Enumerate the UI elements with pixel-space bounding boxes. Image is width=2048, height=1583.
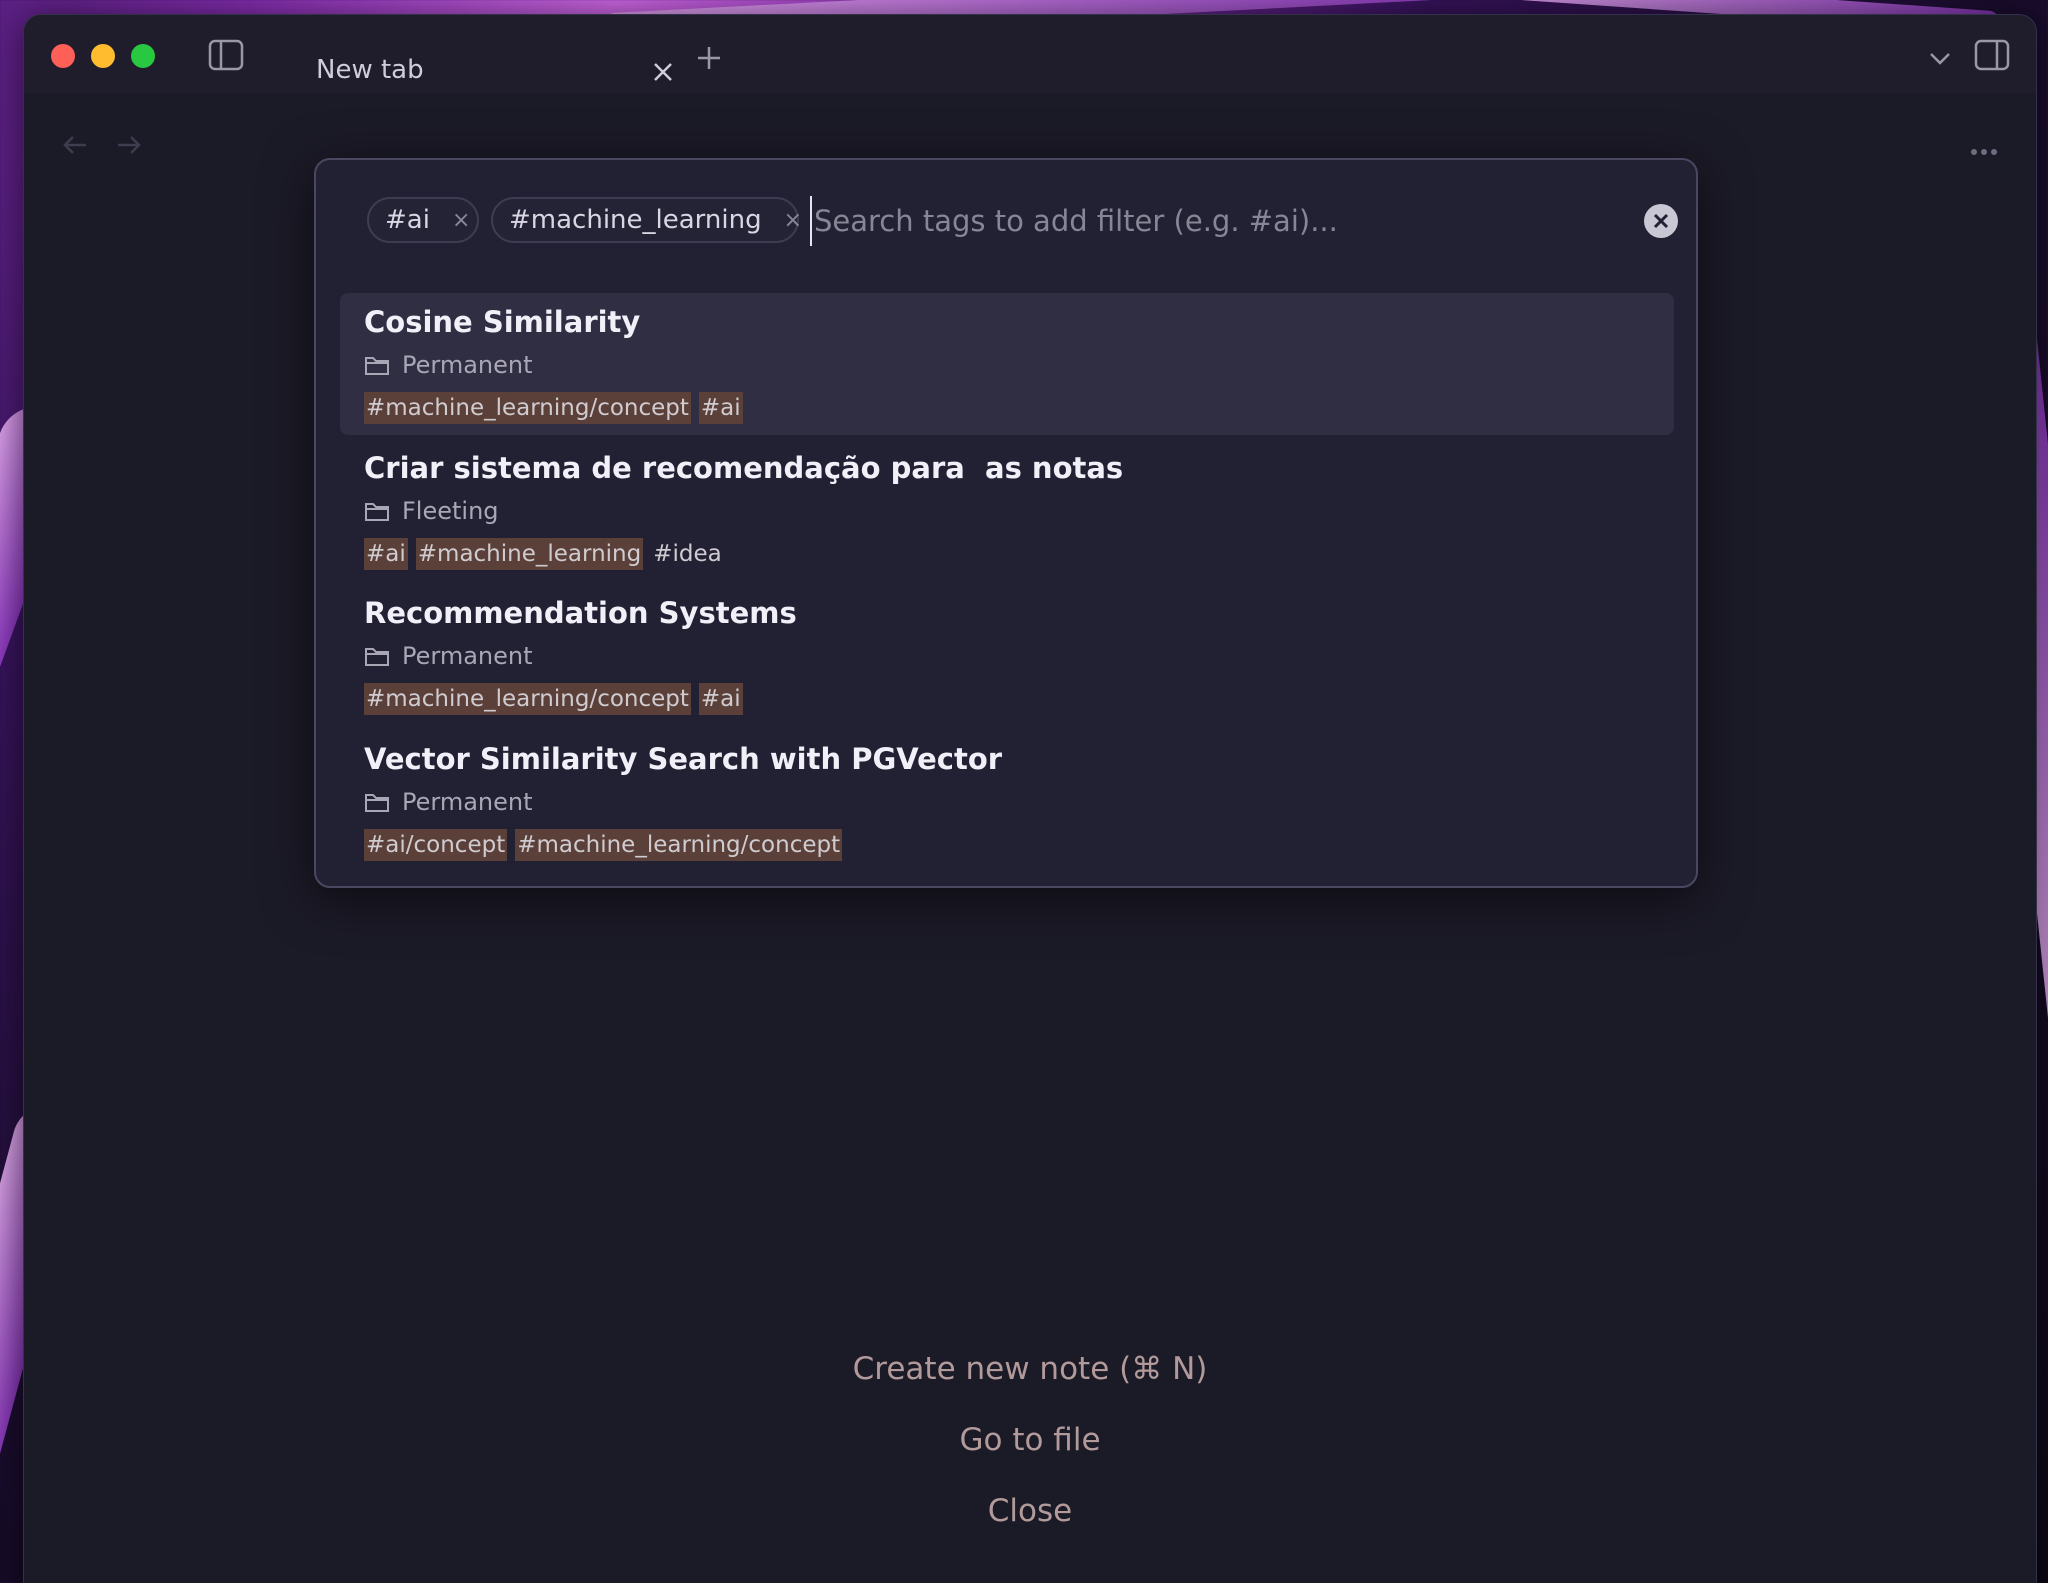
result-tag[interactable]: #ai bbox=[698, 392, 743, 424]
result-folder: Permanent bbox=[364, 351, 533, 379]
sidebar-toggle-icon[interactable] bbox=[208, 39, 244, 75]
clear-search-button[interactable] bbox=[1644, 204, 1678, 238]
result-tags: #machine_learning/concept #ai bbox=[364, 683, 751, 715]
filter-chip-label: #ai bbox=[385, 205, 430, 235]
tab-list-chevron-down-icon[interactable] bbox=[1928, 51, 1952, 71]
close-window-button[interactable] bbox=[51, 44, 75, 68]
minimize-window-button[interactable] bbox=[91, 44, 115, 68]
result-title: Recommendation Systems bbox=[364, 596, 797, 630]
tab-new-tab[interactable]: New tab bbox=[280, 33, 680, 93]
new-tab-icon[interactable] bbox=[696, 45, 722, 75]
result-item[interactable]: Vector Similarity Search with PGVector P… bbox=[340, 730, 1674, 872]
remove-filter-icon[interactable]: × bbox=[452, 208, 470, 233]
tag-search-modal: #ai × #machine_learning × Cosine Similar… bbox=[314, 158, 1698, 888]
result-folder: Permanent bbox=[364, 642, 533, 670]
filter-chip-machine-learning[interactable]: #machine_learning × bbox=[491, 197, 802, 243]
result-folder-name: Permanent bbox=[402, 642, 533, 670]
result-folder: Permanent bbox=[364, 788, 533, 816]
result-title: Cosine Similarity bbox=[364, 305, 641, 339]
result-folder-name: Permanent bbox=[402, 788, 533, 816]
result-title: Vector Similarity Search with PGVector bbox=[364, 742, 1003, 776]
folder-icon bbox=[365, 357, 389, 375]
result-tags: #ai/concept #machine_learning/concept bbox=[364, 829, 850, 861]
result-tag[interactable]: #idea bbox=[651, 538, 724, 570]
folder-icon bbox=[365, 794, 389, 812]
forward-arrow-icon[interactable] bbox=[116, 135, 142, 159]
folder-icon bbox=[365, 503, 389, 521]
right-sidebar-toggle-icon[interactable] bbox=[1974, 39, 2010, 75]
result-item[interactable]: Criar sistema de recomendação para as no… bbox=[340, 439, 1674, 581]
result-folder: Fleeting bbox=[364, 497, 499, 525]
folder-icon bbox=[365, 648, 389, 666]
maximize-window-button[interactable] bbox=[131, 44, 155, 68]
clear-x-icon bbox=[1653, 213, 1669, 229]
go-to-file-link[interactable]: Go to file bbox=[24, 1422, 2036, 1458]
filter-chip-label: #machine_learning bbox=[509, 205, 762, 235]
result-tag[interactable]: #machine_learning/concept bbox=[364, 683, 691, 715]
remove-filter-icon[interactable]: × bbox=[784, 208, 802, 233]
tag-search-input[interactable] bbox=[810, 196, 1616, 246]
create-new-note-link[interactable]: Create new note (⌘ N) bbox=[24, 1351, 2036, 1387]
more-options-icon[interactable] bbox=[1970, 141, 1998, 160]
close-link[interactable]: Close bbox=[24, 1493, 2036, 1529]
result-item[interactable]: Cosine Similarity Permanent #machine_lea… bbox=[340, 293, 1674, 435]
result-tags: #ai #machine_learning #idea bbox=[364, 538, 732, 570]
result-tag[interactable]: #ai/concept bbox=[364, 829, 508, 861]
back-arrow-icon[interactable] bbox=[62, 135, 88, 159]
result-item[interactable]: Recommendation Systems Permanent #machin… bbox=[340, 584, 1674, 726]
tab-title: New tab bbox=[316, 55, 424, 85]
result-tag[interactable]: #machine_learning/concept bbox=[364, 392, 691, 424]
result-title: Criar sistema de recomendação para as no… bbox=[364, 451, 1124, 485]
filter-chip-ai[interactable]: #ai × bbox=[367, 197, 479, 243]
result-folder-name: Permanent bbox=[402, 351, 533, 379]
result-tag[interactable]: #ai bbox=[698, 683, 743, 715]
result-folder-name: Fleeting bbox=[402, 497, 499, 525]
result-tag[interactable]: #machine_learning/concept bbox=[515, 829, 843, 861]
result-tags: #machine_learning/concept #ai bbox=[364, 392, 751, 424]
title-bar: New tab bbox=[24, 15, 2036, 93]
result-tag[interactable]: #ai bbox=[364, 538, 408, 570]
close-tab-icon[interactable] bbox=[652, 61, 674, 87]
result-tag[interactable]: #machine_learning bbox=[415, 538, 644, 570]
